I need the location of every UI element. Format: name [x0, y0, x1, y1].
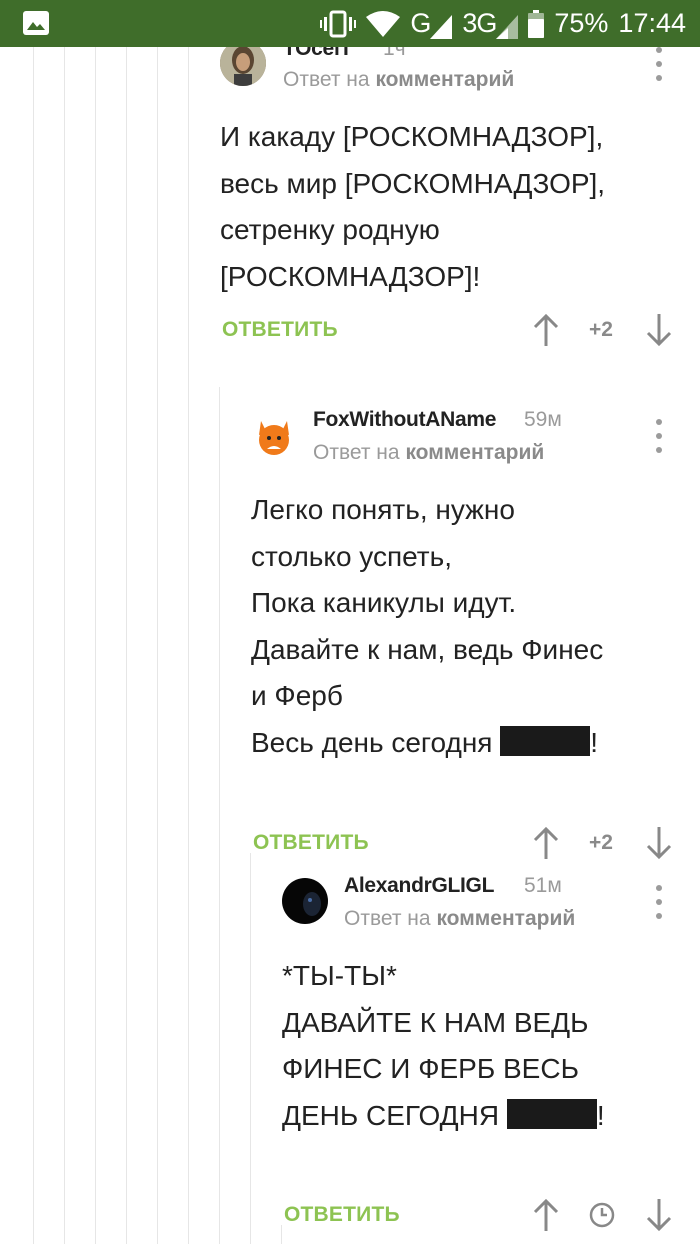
reply-to-link[interactable]: комментарий: [405, 441, 544, 464]
comment-line: Пока каникулы идут.: [251, 587, 517, 618]
comment-line-text: Весь день сегодня: [251, 726, 493, 758]
censor-block: [506, 1098, 597, 1129]
censor-block: [500, 725, 591, 756]
reply-to-prefix: Ответ на: [313, 441, 400, 464]
comment-line: *ТЫ-ТЫ*: [282, 960, 397, 991]
comment-rating: +2: [589, 831, 613, 854]
more-options-icon[interactable]: [654, 47, 664, 81]
wifi-icon: [366, 10, 401, 37]
comment-line-end: !: [590, 726, 599, 758]
comment-line: Весь день сегодня !: [251, 720, 603, 767]
comment-time: 59м: [524, 408, 562, 431]
network-type-label: G: [410, 8, 431, 38]
signal-icon-2: [496, 15, 519, 39]
clock-icon: [589, 1202, 615, 1228]
reply-to-link[interactable]: комментарий: [436, 907, 575, 930]
battery-icon: [528, 9, 545, 38]
reply-to-info: Ответ на комментарий: [283, 68, 514, 92]
upvote-arrow-icon[interactable]: [532, 1198, 560, 1232]
avatar-image: [282, 878, 328, 924]
status-bar: G 3G 75% 17:44: [0, 0, 700, 47]
reply-to-prefix: Ответ на: [283, 68, 370, 91]
network-type-label-2: 3G: [462, 8, 497, 38]
clock-time: 17:44: [618, 8, 686, 38]
reply-button[interactable]: ОТВЕТИТЬ: [222, 318, 338, 342]
avatar[interactable]: [220, 47, 266, 86]
comment-body: И какаду [РОСКОМНАДЗОР], весь мир [РОСКО…: [220, 114, 605, 300]
comment-username[interactable]: TOcelT: [283, 47, 352, 61]
comment: AlexandrGLIGL 51м Ответ на комментарий *…: [0, 853, 700, 1243]
comment-line: ДЕНЬ СЕГОДНЯ !: [282, 1093, 605, 1140]
downvote-arrow-icon[interactable]: [645, 1198, 673, 1232]
reply-to-prefix: Ответ на: [344, 907, 431, 930]
vibrate-icon: [320, 10, 357, 37]
avatar[interactable]: [282, 878, 328, 924]
avatar[interactable]: [251, 413, 297, 459]
comment-time: 51м: [524, 874, 562, 897]
comment: FoxWithoutAName 59м Ответ на комментарий…: [0, 387, 700, 860]
comment-line-end: !: [596, 1099, 605, 1131]
comment-line: ДАВАЙТЕ К НАМ ВЕДЬ: [282, 1006, 589, 1038]
upvote-arrow-icon[interactable]: [532, 313, 560, 347]
comment-line: и Ферб: [251, 680, 343, 711]
comment-line: [РОСКОМНАДЗОР]!: [220, 260, 481, 292]
reply-button[interactable]: ОТВЕТИТЬ: [284, 1203, 400, 1227]
signal-icon: [430, 15, 453, 39]
reply-to-info: Ответ на комментарий: [344, 907, 575, 931]
comment-line: Давайте к нам, ведь Финес: [251, 633, 604, 665]
comment-line: И какаду [РОСКОМНАДЗОР],: [220, 121, 604, 152]
comment-username[interactable]: FoxWithoutAName: [313, 408, 496, 432]
comment-line: ФИНЕС И ФЕРБ ВЕСЬ: [282, 1053, 579, 1084]
comment-line: сетренку родную: [220, 214, 440, 245]
image-icon: [23, 11, 49, 35]
comment-thread[interactable]: TOcelT 1ч Ответ на комментарий И какаду …: [0, 47, 700, 1244]
more-options-icon[interactable]: [654, 419, 664, 453]
battery-percent: 75%: [554, 8, 609, 38]
comment-username[interactable]: AlexandrGLIGL: [344, 874, 494, 898]
comment: TOcelT 1ч Ответ на комментарий И какаду …: [0, 47, 700, 367]
downvote-arrow-icon[interactable]: [645, 313, 673, 347]
comment-line-text: ДЕНЬ СЕГОДНЯ: [282, 1099, 500, 1131]
more-options-icon[interactable]: [654, 885, 664, 919]
reply-button[interactable]: ОТВЕТИТЬ: [253, 831, 369, 855]
comment-line: столько успеть,: [251, 540, 452, 572]
reply-to-link[interactable]: комментарий: [375, 68, 514, 91]
comment-line: весь мир [РОСКОМНАДЗОР],: [220, 167, 606, 199]
comment-line: Легко понять, нужно: [251, 494, 515, 525]
comment-body: *ТЫ-ТЫ* ДАВАЙТЕ К НАМ ВЕДЬ ФИНЕС И ФЕРБ …: [282, 953, 605, 1139]
avatar-image: [251, 413, 297, 459]
comment-rating: +2: [589, 318, 613, 341]
reply-to-info: Ответ на комментарий: [313, 441, 544, 465]
avatar-image: [220, 47, 266, 86]
comment-time: 1ч: [383, 47, 406, 60]
comment-body: Легко понять, нужно столько успеть, Пока…: [251, 487, 603, 766]
